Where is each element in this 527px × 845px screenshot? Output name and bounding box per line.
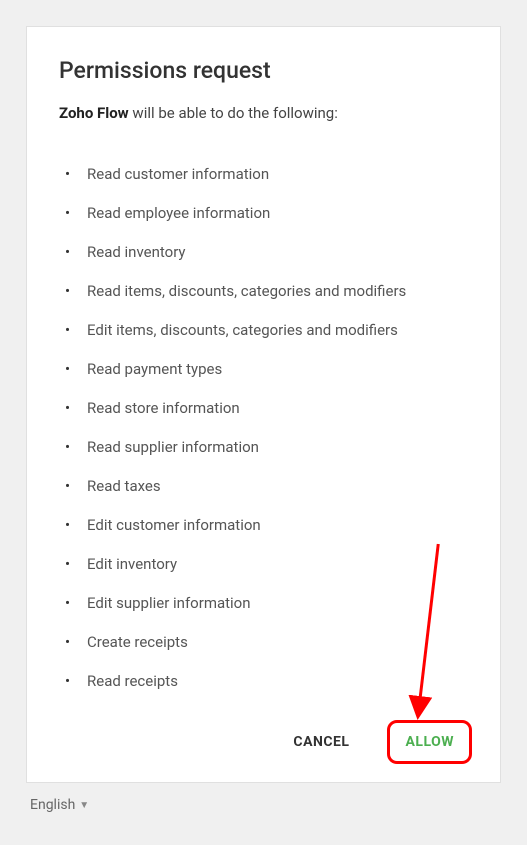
intro-suffix: will be able to do the following: (129, 104, 338, 122)
list-item: Edit items, discounts, categories and mo… (65, 320, 468, 341)
list-item: Create receipts (65, 632, 468, 653)
permissions-dialog: Permissions request Zoho Flow will be ab… (26, 26, 501, 783)
language-label: English (30, 797, 75, 813)
list-item: Read employee information (65, 203, 468, 224)
allow-button[interactable]: ALLOW (391, 724, 468, 760)
list-item: Read receipts (65, 671, 468, 692)
list-item: Edit supplier information (65, 593, 468, 614)
dialog-intro: Zoho Flow will be able to do the followi… (59, 104, 468, 122)
list-item: Read store information (65, 398, 468, 419)
list-item: Read inventory (65, 242, 468, 263)
chevron-down-icon: ▼ (79, 800, 89, 811)
permissions-list: Read customer information Read employee i… (59, 164, 468, 692)
list-item: Read taxes (65, 476, 468, 497)
cancel-button[interactable]: CANCEL (279, 724, 363, 760)
list-item: Read supplier information (65, 437, 468, 458)
app-name: Zoho Flow (59, 104, 129, 122)
list-item: Read payment types (65, 359, 468, 380)
dialog-actions: CANCEL ALLOW (59, 724, 468, 760)
list-item: Edit inventory (65, 554, 468, 575)
list-item: Edit customer information (65, 515, 468, 536)
list-item: Read items, discounts, categories and mo… (65, 281, 468, 302)
dialog-title: Permissions request (59, 57, 468, 84)
language-selector[interactable]: English ▼ (30, 797, 89, 813)
list-item: Read customer information (65, 164, 468, 185)
